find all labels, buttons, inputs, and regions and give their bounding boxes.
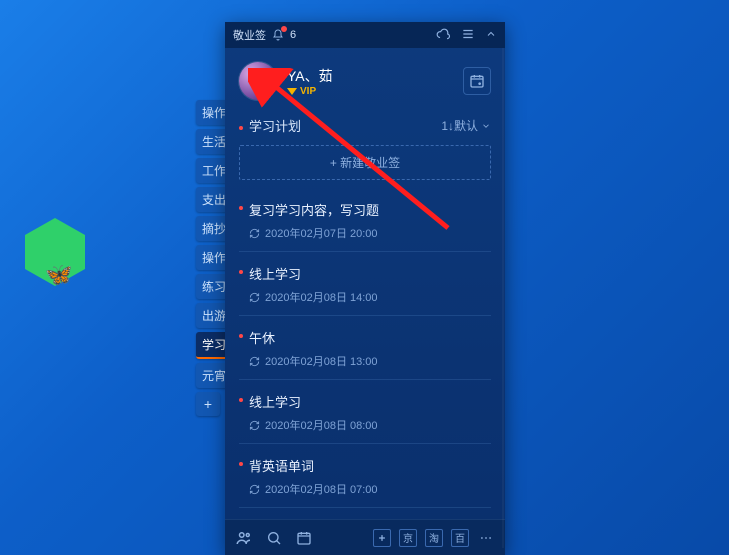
- repeat-icon: [249, 228, 260, 239]
- list-item[interactable]: 线上学习 2020年02月08日 08:00: [239, 380, 491, 444]
- section-header: 学习计划 1↓默认: [225, 106, 505, 141]
- calendar-icon[interactable]: [295, 529, 313, 547]
- footer-bar: 京 淘 百: [225, 519, 505, 555]
- add-box-button[interactable]: [373, 529, 391, 547]
- list-item[interactable]: 复习学习内容，写习题 2020年02月07日 20:00: [239, 188, 491, 252]
- item-time: 2020年02月08日 14:00: [239, 289, 491, 305]
- list-item[interactable]: 午休 2020年02月08日 13:00: [239, 316, 491, 380]
- search-icon[interactable]: [265, 529, 283, 547]
- item-title: 线上学习: [239, 264, 491, 283]
- titlebar: 敬业签 6: [225, 22, 505, 48]
- shortcut-box-2[interactable]: 淘: [425, 529, 443, 547]
- sort-button[interactable]: 1↓默认: [441, 117, 491, 134]
- item-time: 2020年02月08日 13:00: [239, 353, 491, 369]
- repeat-icon: [249, 420, 260, 431]
- list-item[interactable]: 背英语单词 2020年02月08日 07:00: [239, 444, 491, 508]
- more-icon[interactable]: [477, 529, 495, 547]
- list-item[interactable]: 线上学习 2020年02月08日 14:00: [239, 252, 491, 316]
- avatar[interactable]: [239, 62, 277, 100]
- item-title: 午休: [239, 328, 491, 347]
- gem-icon: [287, 88, 297, 95]
- item-title: 背英语单词: [239, 456, 491, 475]
- shortcut-box-3[interactable]: 百: [451, 529, 469, 547]
- repeat-icon: [249, 292, 260, 303]
- repeat-icon: [249, 356, 260, 367]
- menu-icon[interactable]: [461, 27, 475, 44]
- new-note-button[interactable]: + 新建敬业签: [239, 145, 491, 180]
- main-panel: 敬业签 6: [225, 22, 505, 555]
- side-tab-add[interactable]: +: [196, 392, 220, 416]
- badge-count: 6: [290, 29, 296, 41]
- item-title: 复习学习内容，写习题: [239, 200, 491, 219]
- contacts-icon[interactable]: [235, 529, 253, 547]
- item-time: 2020年02月08日 07:00: [239, 481, 491, 497]
- cloud-sync-icon[interactable]: [435, 27, 451, 44]
- vip-badge: VIP: [287, 86, 333, 97]
- item-time: 2020年02月08日 08:00: [239, 417, 491, 433]
- sort-label: 1↓默认: [441, 117, 478, 134]
- repeat-icon: [249, 484, 260, 495]
- vip-label: VIP: [300, 86, 316, 97]
- nickname: YA、茹: [287, 66, 333, 86]
- app-name: 敬业签: [233, 27, 266, 43]
- section-title: 学习计划: [239, 116, 301, 135]
- note-list: 复习学习内容，写习题 2020年02月07日 20:00 线上学习 2020年02月0…: [225, 188, 505, 519]
- shortcut-box-1[interactable]: 京: [399, 529, 417, 547]
- item-title: 线上学习: [239, 392, 491, 411]
- chevron-down-icon: [481, 121, 491, 131]
- desktop-decor-hexagon: [25, 235, 85, 269]
- bell-icon[interactable]: [272, 29, 284, 41]
- calendar-button[interactable]: [463, 67, 491, 95]
- profile-row: YA、茹 VIP: [225, 48, 505, 106]
- collapse-icon[interactable]: [485, 28, 497, 43]
- item-time: 2020年02月07日 20:00: [239, 225, 491, 241]
